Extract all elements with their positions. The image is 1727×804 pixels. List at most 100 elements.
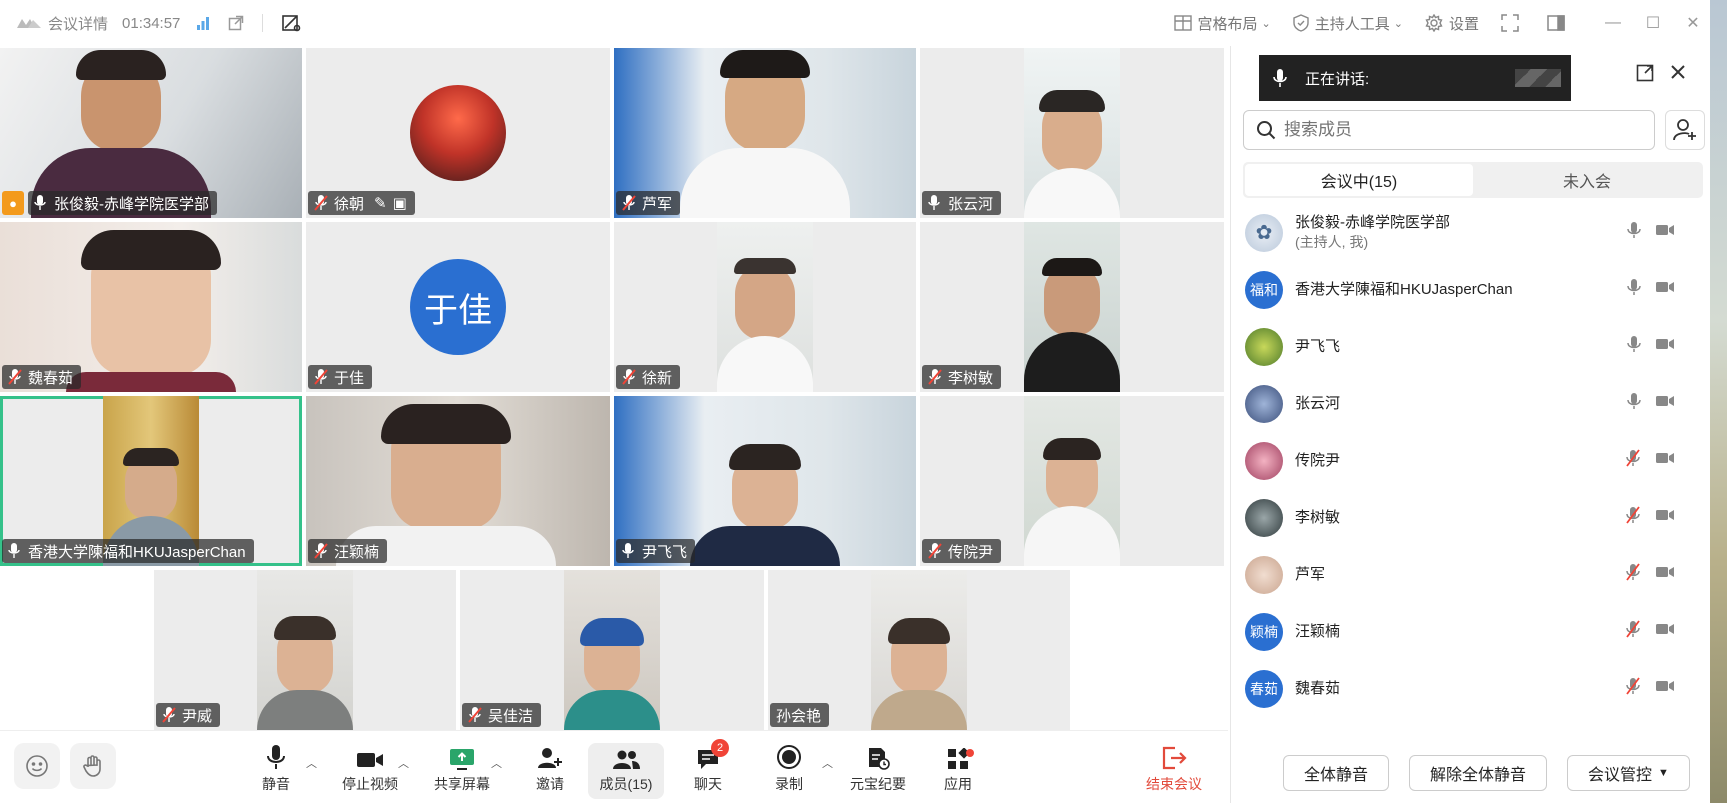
close-icon[interactable] [1670, 64, 1686, 87]
mic-muted-icon[interactable] [1625, 563, 1641, 586]
camera-icon[interactable] [1655, 565, 1675, 584]
mute-button[interactable]: 静音 [256, 731, 296, 804]
popout-icon[interactable] [1636, 64, 1654, 87]
camera-icon[interactable] [1655, 679, 1675, 698]
shield-icon [1293, 14, 1309, 32]
meeting-control-label: 会议管控 [1588, 767, 1653, 784]
video-tile[interactable]: 汪颖楠 [306, 396, 610, 566]
add-user-icon [1673, 119, 1696, 141]
video-tile[interactable]: 传院尹 [920, 396, 1224, 566]
video-tile[interactable]: 张云河 [920, 48, 1224, 218]
video-feed [1024, 48, 1120, 218]
camera-icon[interactable] [1655, 622, 1675, 641]
settings-button[interactable]: 设置 [1425, 13, 1479, 34]
host-tools-label: 主持人工具 [1314, 15, 1390, 33]
chevron-up-icon[interactable]: ︿ [306, 755, 317, 771]
camera-icon[interactable] [1655, 508, 1675, 527]
mic-icon[interactable] [1627, 335, 1641, 358]
list-item[interactable]: 李树敏 [1231, 489, 1711, 546]
layout-button[interactable]: 宫格布局 ⌄ [1173, 13, 1271, 34]
mic-icon[interactable] [1627, 278, 1641, 301]
chat-label: 聊天 [694, 775, 722, 792]
signal-icon[interactable] [196, 16, 210, 30]
camera-icon[interactable] [1655, 394, 1675, 413]
list-item[interactable]: 传院尹 [1231, 432, 1711, 489]
camera-icon[interactable] [1655, 337, 1675, 356]
list-item[interactable]: 颖楠 汪颖楠 [1231, 603, 1711, 660]
mic-icon [8, 543, 22, 559]
mic-muted-icon[interactable] [1625, 677, 1641, 700]
mic-icon[interactable] [1627, 221, 1641, 244]
camera-icon[interactable] [1655, 223, 1675, 242]
video-feed [1024, 222, 1120, 392]
mic-muted-icon [314, 543, 328, 559]
mute-all-button[interactable]: 全体静音 [1283, 755, 1390, 791]
video-tile[interactable]: 尹飞飞 [614, 396, 916, 566]
video-tile[interactable]: 徐新 [614, 222, 916, 392]
mic-muted-icon[interactable] [1625, 506, 1641, 529]
list-item[interactable]: 春茹 魏春茹 [1231, 660, 1711, 717]
tab-not-joined[interactable]: 未入会 [1473, 164, 1701, 196]
video-tile[interactable]: 魏春茹 [0, 222, 302, 392]
sidebar-toggle-button[interactable] [1547, 15, 1571, 31]
mic-icon[interactable] [1627, 392, 1641, 415]
unmute-all-button[interactable]: 解除全体静音 [1409, 755, 1548, 791]
member-search-box[interactable] [1243, 110, 1655, 150]
list-item[interactable]: ✿ 张俊毅-赤峰学院医学部 (主持人, 我) [1231, 204, 1711, 261]
list-item[interactable]: 福和 香港大学陳福和HKUJasperChan [1231, 261, 1711, 318]
video-tile-active[interactable]: 香港大学陳福和HKUJasperChan [0, 396, 302, 566]
member-search-input[interactable] [1284, 120, 1624, 140]
add-person-icon [538, 747, 562, 768]
list-item[interactable]: 芦军 [1231, 546, 1711, 603]
record-button[interactable]: 录制 [774, 731, 804, 804]
chevron-down-icon: ⌄ [1261, 17, 1271, 30]
invite-member-button[interactable] [1665, 110, 1705, 150]
members-panel: 正在讲话: 会议中(15) 未入会 ✿ 张俊毅-赤峰学院医学部 (主持人, 我) … [1230, 46, 1710, 803]
meeting-details-link[interactable]: 会议详情 [48, 13, 108, 34]
share-screen-icon [450, 748, 474, 770]
camera-icon[interactable] [1655, 451, 1675, 470]
video-tile[interactable]: 于佳 于佳 [306, 222, 610, 392]
minimize-icon[interactable]: — [1593, 14, 1633, 32]
host-tools-button[interactable]: 主持人工具 ⌄ [1293, 13, 1403, 34]
mic-muted-icon[interactable] [1625, 449, 1641, 472]
stop-video-button[interactable]: 停止视频 [340, 731, 400, 804]
maximize-icon[interactable]: ☐ [1633, 13, 1673, 33]
whiteboard-icon[interactable] [281, 14, 301, 32]
member-name: 张云河 [1295, 395, 1341, 412]
close-icon[interactable]: ✕ [1673, 13, 1713, 33]
video-tile[interactable]: ● 张俊毅-赤峰学院医学部 [0, 48, 302, 218]
invite-button[interactable]: 邀请 [530, 731, 570, 804]
chevron-up-icon[interactable]: ︿ [491, 755, 502, 771]
avatar: ✿ [1245, 213, 1283, 252]
members-button[interactable]: 成员(15) [588, 743, 664, 799]
apps-button[interactable]: 应用 [942, 731, 974, 804]
caret-down-icon: ▼ [1658, 767, 1669, 779]
search-icon [1257, 121, 1276, 140]
mic-muted-icon[interactable] [1625, 620, 1641, 643]
meeting-control-button[interactable]: 会议管控 ▼ [1567, 755, 1690, 791]
end-meeting-button[interactable]: 结束会议 [1144, 731, 1204, 804]
video-feed [717, 222, 813, 392]
yuanbao-minutes-button[interactable]: 元宝纪要 [848, 731, 908, 804]
video-tile[interactable]: 徐朝 ✎ ▣ [306, 48, 610, 218]
camera-icon[interactable] [1655, 280, 1675, 299]
tile-name-bar: 传院尹 [922, 539, 1002, 563]
chevron-up-icon[interactable]: ︿ [398, 755, 409, 771]
video-tile[interactable]: 芦军 [614, 48, 916, 218]
video-tile[interactable]: 李树敏 [920, 222, 1224, 392]
video-tile[interactable]: 吴佳洁 [460, 570, 764, 730]
share-link-icon[interactable] [228, 15, 244, 31]
list-item[interactable]: 张云河 [1231, 375, 1711, 432]
tab-in-meeting[interactable]: 会议中(15) [1245, 164, 1473, 196]
member-name: 传院尹 [1295, 452, 1341, 469]
video-tile[interactable]: 孙会艳 [768, 570, 1070, 730]
share-screen-button[interactable]: 共享屏幕 [432, 731, 492, 804]
tile-name: 芦军 [642, 195, 673, 213]
emoji-reaction-button[interactable] [14, 743, 60, 789]
video-tile[interactable]: 尹威 [154, 570, 456, 730]
list-item[interactable]: 尹飞飞 [1231, 318, 1711, 375]
fullscreen-button[interactable] [1501, 14, 1525, 32]
chevron-up-icon[interactable]: ︿ [822, 755, 833, 771]
raise-hand-button[interactable] [70, 743, 116, 789]
